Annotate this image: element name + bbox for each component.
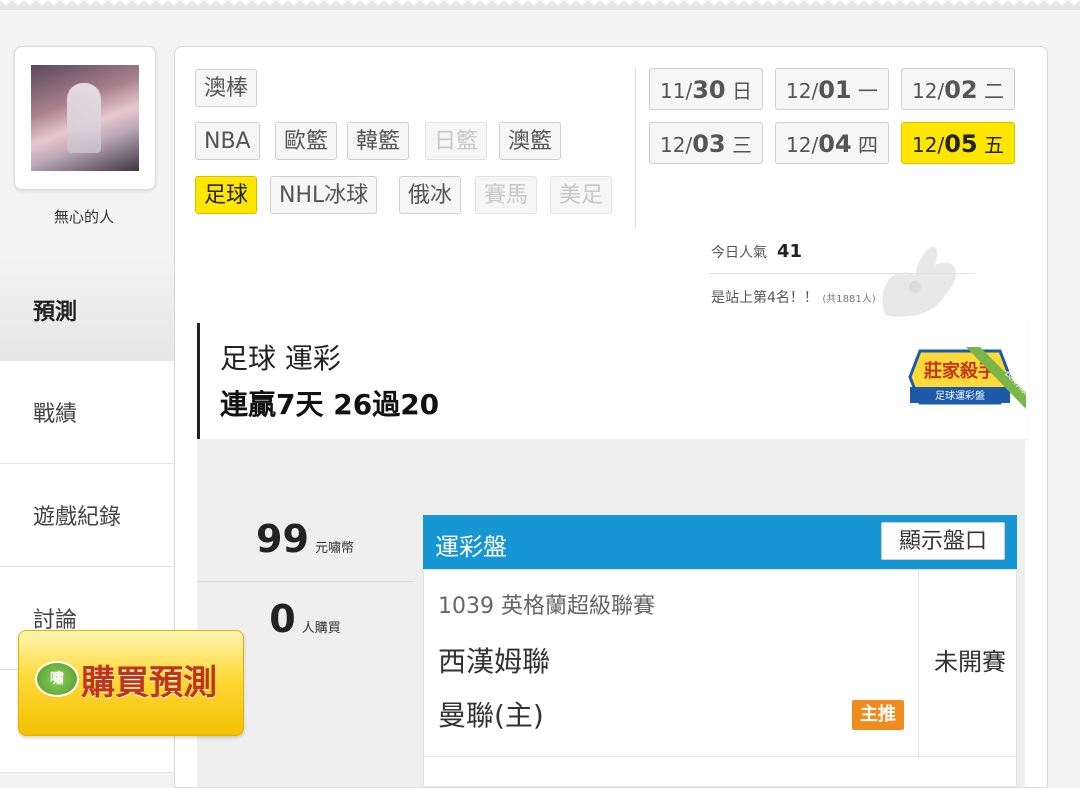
- buy-prediction-label: 購買預測: [81, 663, 217, 703]
- main-panel: 澳棒 NBA 歐籃 韓籃 日籃 澳籃 足球 NHL冰球 俄冰 賽馬 美足 11/…: [174, 46, 1048, 788]
- mascot-watermark-icon: [882, 246, 956, 317]
- coin-icon: 嘯: [35, 661, 79, 697]
- sport-tab-soccer[interactable]: 足球: [195, 176, 258, 214]
- sport-tab-horse-racing: 賽馬: [475, 176, 538, 214]
- game-row-divider: [424, 756, 1016, 757]
- stats-divider: [197, 581, 413, 582]
- date-tab-1205[interactable]: 12/05 五: [901, 122, 1015, 164]
- badge-subtitle: 足球運彩盤: [935, 389, 985, 402]
- date-tab-1130[interactable]: 11/30 日: [649, 68, 763, 110]
- sport-tab-nhl[interactable]: NHL冰球: [270, 176, 378, 214]
- nav-item-record[interactable]: 戰績: [0, 361, 174, 464]
- main-pick-badge: 主推: [852, 700, 904, 730]
- nav-item-game-history[interactable]: 遊戲紀錄: [0, 464, 174, 567]
- date-tab-1204[interactable]: 12/04 四: [775, 122, 889, 164]
- bookmaker-killer-badge-icon: 莊家殺手 足球運彩盤 長期穩定: [908, 347, 1026, 409]
- banner-category: 足球 運彩: [220, 342, 341, 375]
- avatar-card[interactable]: [14, 46, 156, 190]
- username: 無心的人: [53, 208, 114, 226]
- team-home: 曼聯(主): [438, 699, 544, 732]
- sport-tab-aus-basketball[interactable]: 澳籃: [499, 122, 562, 160]
- popularity-divider: [709, 273, 975, 274]
- team-away: 西漢姆聯: [438, 645, 551, 678]
- sport-tab-korea-basketball[interactable]: 韓籃: [347, 122, 410, 160]
- lottery-odds-header: 運彩盤 顯示盤口: [423, 515, 1017, 569]
- filter-divider: [635, 67, 636, 229]
- sport-tab-euro-basketball[interactable]: 歐籃: [275, 122, 338, 160]
- sport-tab-american-football: 美足: [550, 176, 613, 214]
- game-row[interactable]: 1039 英格蘭超級聯賽 西漢姆聯 曼聯(主) 主推 未開賽: [423, 569, 1017, 787]
- popularity-today: 今日人氣 41: [711, 241, 803, 262]
- date-tab-1201[interactable]: 12/01 一: [775, 68, 889, 110]
- sport-tab-russia-hockey[interactable]: 俄冰: [399, 176, 462, 214]
- date-tab-1203[interactable]: 12/03 三: [649, 122, 763, 164]
- banner-streak: 連贏7天 26過20: [220, 388, 440, 421]
- game-league: 1039 英格蘭超級聯賽: [438, 594, 655, 619]
- date-tab-1202[interactable]: 12/02 二: [901, 68, 1015, 110]
- game-column-divider: [918, 570, 919, 756]
- avatar[interactable]: [31, 65, 139, 171]
- sport-tab-japan-basketball: 日籃: [425, 122, 488, 160]
- sport-tab-aus-baseball[interactable]: 澳棒: [195, 69, 258, 107]
- coins-stat: 99 元嘯幣: [256, 517, 354, 561]
- buy-prediction-button[interactable]: 嘯 購買預測: [18, 630, 244, 736]
- sport-tab-nba[interactable]: NBA: [195, 122, 260, 160]
- lottery-odds-title: 運彩盤: [435, 533, 507, 561]
- achievement-banner: 足球 運彩 連贏7天 26過20 莊家殺手 足球運彩盤 長期穩定: [197, 323, 1028, 439]
- nav-item-predictions[interactable]: 預測: [0, 258, 174, 361]
- popularity-rank: 是站上第4名！！ (共1881人): [711, 290, 876, 306]
- show-odds-button[interactable]: 顯示盤口: [881, 522, 1005, 560]
- game-status: 未開賽: [934, 648, 1006, 676]
- top-zigzag-border: [0, 0, 1080, 10]
